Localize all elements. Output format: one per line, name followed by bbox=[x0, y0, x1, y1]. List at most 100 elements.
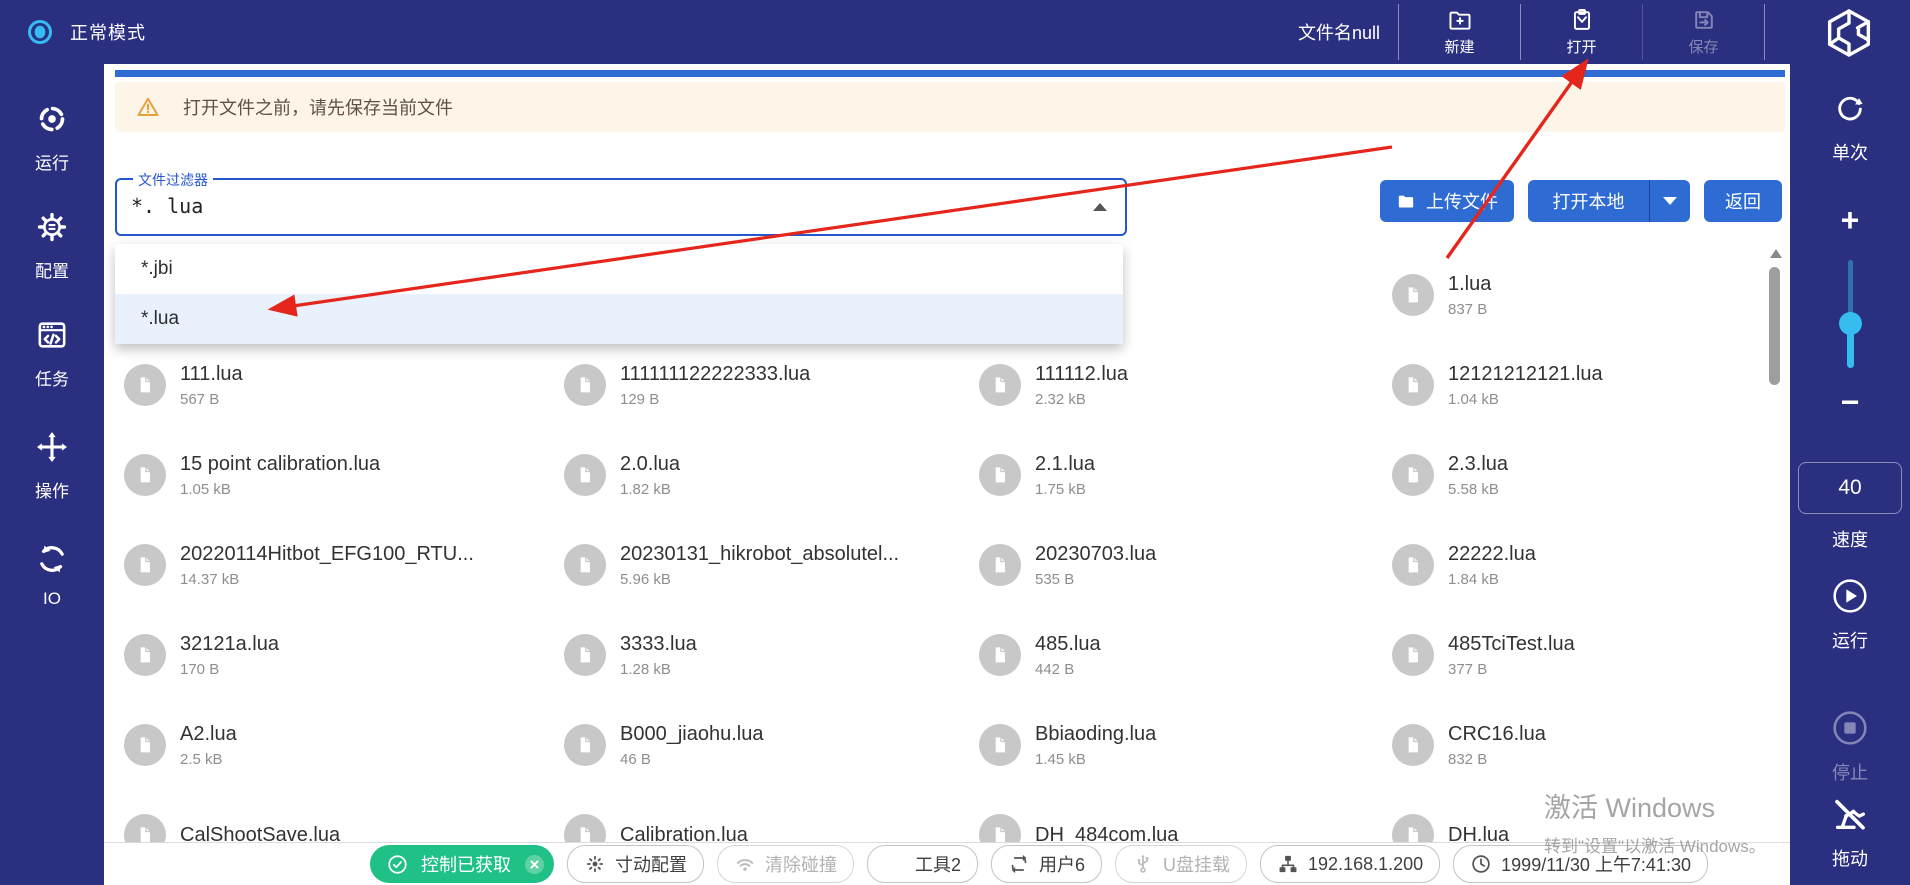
new-button[interactable]: 新建 bbox=[1398, 4, 1520, 60]
file-item[interactable]: 20230131_hikrobot_absolutel...5.96 kB bbox=[564, 525, 944, 605]
dropdown-option-lua[interactable]: *.lua bbox=[115, 294, 1123, 344]
file-icon bbox=[1392, 634, 1434, 676]
sidebar-item-run[interactable]: 运行 bbox=[0, 102, 104, 174]
run-button[interactable]: 运行 bbox=[1790, 576, 1910, 653]
file-item[interactable]: 20230703.lua 535 B bbox=[979, 525, 1359, 605]
file-item[interactable]: 2.3.lua5.58 kB bbox=[1392, 435, 1772, 515]
cycle-mode-label: 单次 bbox=[1790, 139, 1910, 165]
file-text: 20220114Hitbot_EFG100_RTU...14.37 kB bbox=[180, 543, 474, 588]
cycle-mode-button[interactable]: 单次 bbox=[1790, 92, 1910, 165]
save-button[interactable]: 保存 bbox=[1642, 4, 1764, 60]
status-pill-usb-mount[interactable]: U盘挂载 bbox=[1115, 845, 1247, 883]
file-name: A2.lua bbox=[180, 723, 237, 746]
file-text: 111111122222333.lua129 B bbox=[620, 363, 810, 408]
open-button[interactable]: 打开 bbox=[1520, 4, 1642, 60]
slider-thumb[interactable] bbox=[1839, 312, 1862, 335]
run-target-icon bbox=[35, 102, 69, 136]
speed-value-box[interactable]: 40 bbox=[1798, 462, 1902, 514]
file-item[interactable]: 20220114Hitbot_EFG100_RTU...14.37 kB bbox=[124, 525, 504, 605]
control-acquired-pill[interactable]: 控制已获取 bbox=[370, 845, 554, 883]
mode-indicator[interactable]: 正常模式 bbox=[26, 0, 146, 64]
speed-slider[interactable] bbox=[1844, 260, 1856, 368]
dropdown-option-jbi[interactable]: *.jbi bbox=[115, 244, 1123, 294]
close-circle-icon[interactable] bbox=[523, 853, 546, 876]
file-size: 2.5 kB bbox=[180, 751, 237, 768]
file-size: 1.84 kB bbox=[1448, 571, 1536, 588]
clear-collision-label: 清除碰撞 bbox=[765, 851, 837, 877]
scrollbar-thumb[interactable] bbox=[1769, 267, 1780, 385]
tool-label: 工具2 bbox=[915, 851, 961, 877]
drag-mode-label: 拖动 bbox=[1790, 845, 1910, 871]
file-item[interactable]: CRC16.lua832 B bbox=[1392, 705, 1772, 785]
file-icon bbox=[1392, 724, 1434, 766]
file-text: 111.lua567 B bbox=[180, 363, 243, 408]
file-text: 15 point calibration.lua1.05 kB bbox=[180, 453, 380, 498]
task-code-icon bbox=[35, 318, 69, 352]
file-size: 1.75 kB bbox=[1035, 481, 1095, 498]
file-text: Bbiaoding.lua1.45 kB bbox=[1035, 723, 1156, 768]
sidebar-item-task[interactable]: 任务 bbox=[0, 318, 104, 390]
file-item[interactable]: 12121212121.lua1.04 kB bbox=[1392, 345, 1772, 425]
clock-icon bbox=[1470, 853, 1492, 875]
wifi-icon bbox=[734, 853, 756, 875]
file-item[interactable]: 1.lua837 B bbox=[1392, 255, 1772, 335]
file-text: 2.1.lua1.75 kB bbox=[1035, 453, 1095, 498]
brand-cube-icon bbox=[1816, 6, 1882, 60]
sidebar-item-label: 运行 bbox=[0, 149, 104, 174]
stop-button[interactable]: 停止 bbox=[1790, 708, 1910, 785]
file-item[interactable]: 22222.lua 1.84 kB bbox=[1392, 525, 1772, 605]
scroll-up-arrow-icon[interactable] bbox=[1770, 249, 1782, 258]
status-pill-datetime[interactable]: 1999/11/30 上午7:41:30 bbox=[1453, 845, 1708, 883]
play-icon bbox=[1830, 576, 1870, 616]
file-name: 2.3.lua bbox=[1448, 453, 1508, 476]
speed-plus-button[interactable]: + bbox=[1790, 204, 1910, 236]
file-size: 14.37 kB bbox=[180, 571, 474, 588]
speed-minus-button[interactable]: − bbox=[1790, 386, 1910, 418]
status-pill-ip-address[interactable]: 192.168.1.200 bbox=[1260, 845, 1440, 883]
io-sync-icon bbox=[35, 542, 69, 576]
file-item[interactable]: 111112.lua2.32 kB bbox=[979, 345, 1359, 425]
file-item[interactable]: A2.lua 2.5 kB bbox=[124, 705, 504, 785]
file-item[interactable]: 3333.lua1.28 kB bbox=[564, 615, 944, 695]
file-item[interactable]: 32121a.lua 170 B bbox=[124, 615, 504, 695]
file-name: 20230703.lua bbox=[1035, 543, 1156, 566]
file-text: 22222.lua 1.84 kB bbox=[1448, 543, 1536, 588]
file-icon bbox=[124, 454, 166, 496]
status-pill-jog-config[interactable]: 寸动配置 bbox=[567, 845, 704, 883]
file-text: 32121a.lua 170 B bbox=[180, 633, 279, 678]
file-name: 1.lua bbox=[1448, 273, 1491, 296]
file-icon bbox=[564, 544, 606, 586]
sidebar-item-io[interactable]: IO bbox=[0, 542, 104, 609]
rotate-icon bbox=[1008, 853, 1030, 875]
status-pill-clear-collision[interactable]: 清除碰撞 bbox=[717, 845, 854, 883]
usb-mount-label: U盘挂载 bbox=[1163, 851, 1230, 877]
mode-radio-icon[interactable] bbox=[26, 18, 54, 46]
save-label: 保存 bbox=[1688, 36, 1718, 57]
file-name: 22222.lua bbox=[1448, 543, 1536, 566]
file-item[interactable]: B000_jiaohu.lua46 B bbox=[564, 705, 944, 785]
file-item[interactable]: 111111122222333.lua129 B bbox=[564, 345, 944, 425]
file-item[interactable]: 485.lua442 B bbox=[979, 615, 1359, 695]
file-name: 32121a.lua bbox=[180, 633, 279, 656]
file-item[interactable]: 2.1.lua1.75 kB bbox=[979, 435, 1359, 515]
file-text: 20230703.lua 535 B bbox=[1035, 543, 1156, 588]
file-size: 170 B bbox=[180, 661, 279, 678]
drag-mode-button[interactable]: 拖动 bbox=[1790, 794, 1910, 871]
status-pill-tool[interactable]: 工具2 bbox=[867, 845, 978, 883]
run-label: 运行 bbox=[1790, 627, 1910, 653]
file-icon bbox=[564, 364, 606, 406]
file-item[interactable]: 15 point calibration.lua1.05 kB bbox=[124, 435, 504, 515]
file-name: Bbiaoding.lua bbox=[1035, 723, 1156, 746]
file-name: CRC16.lua bbox=[1448, 723, 1546, 746]
file-item[interactable]: 2.0.lua1.82 kB bbox=[564, 435, 944, 515]
right-sidebar: 单次 + − 40 速度 运行 停止 拖动 bbox=[1790, 64, 1910, 885]
sidebar-item-config[interactable]: 配置 bbox=[0, 210, 104, 282]
file-filter-dropdown: *.jbi *.lua bbox=[115, 244, 1123, 344]
file-item[interactable]: 485TciTest.lua377 B bbox=[1392, 615, 1772, 695]
file-item[interactable]: Bbiaoding.lua1.45 kB bbox=[979, 705, 1359, 785]
sidebar-item-operate[interactable]: 操作 bbox=[0, 430, 104, 502]
file-item[interactable]: 111.lua567 B bbox=[124, 345, 504, 425]
status-pill-user[interactable]: 用户6 bbox=[991, 845, 1102, 883]
file-grid-scrollbar[interactable] bbox=[1768, 249, 1782, 849]
file-size: 535 B bbox=[1035, 571, 1156, 588]
